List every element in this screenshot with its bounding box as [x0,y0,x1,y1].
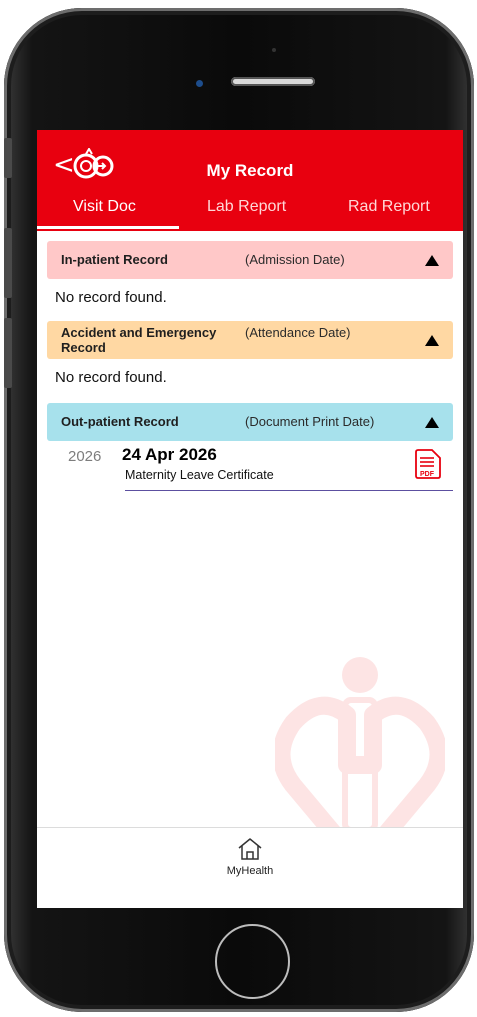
record-divider [125,490,453,491]
app-screen: < My Record Visit Doc Lab Report Rad Rep… [37,130,463,908]
page-title: My Record [206,161,294,180]
front-camera [196,80,203,87]
earpiece-speaker [231,77,315,86]
volume-up-button [4,228,12,298]
collapse-triangle-icon[interactable] [425,335,439,346]
collapse-triangle-icon[interactable] [425,417,439,428]
volume-down-button [4,318,12,388]
tab-visit-doc[interactable]: Visit Doc [73,198,136,216]
section-title: Accident and Emergency Record [61,325,217,355]
record-date[interactable]: 24 Apr 2026 [122,445,217,465]
record-year: 2026 [68,448,102,465]
record-description[interactable]: Maternity Leave Certificate [125,468,274,482]
tab-lab-report[interactable]: Lab Report [207,198,286,216]
bottom-navigation: MyHealth [37,827,463,908]
proximity-sensor [272,48,276,52]
section-date-label: (Document Print Date) [245,414,375,429]
section-date-label: (Attendance Date) [245,325,351,340]
section-title: Out-patient Record [61,414,179,429]
home-button[interactable] [215,924,290,999]
mute-switch [4,138,12,178]
myhealth-nav-label[interactable]: MyHealth [37,865,463,877]
ae-section-header[interactable]: Accident and Emergency Record (Attendanc… [47,321,453,359]
collapse-triangle-icon[interactable] [425,255,439,266]
outpatient-section-header[interactable]: Out-patient Record (Document Print Date) [47,403,453,441]
section-title: In-patient Record [61,252,168,267]
home-icon[interactable] [237,837,263,861]
active-tab-indicator [37,226,179,229]
inpatient-section-header[interactable]: In-patient Record (Admission Date) [47,241,453,279]
empty-state-text: No record found. [55,369,167,386]
section-date-label: (Admission Date) [245,252,345,267]
empty-state-text: No record found. [55,289,167,306]
app-header: < My Record Visit Doc Lab Report Rad Rep… [37,130,463,231]
pdf-icon[interactable]: PDF [414,448,442,480]
pdf-badge: PDF [420,471,435,478]
tab-rad-report[interactable]: Rad Report [348,198,430,216]
